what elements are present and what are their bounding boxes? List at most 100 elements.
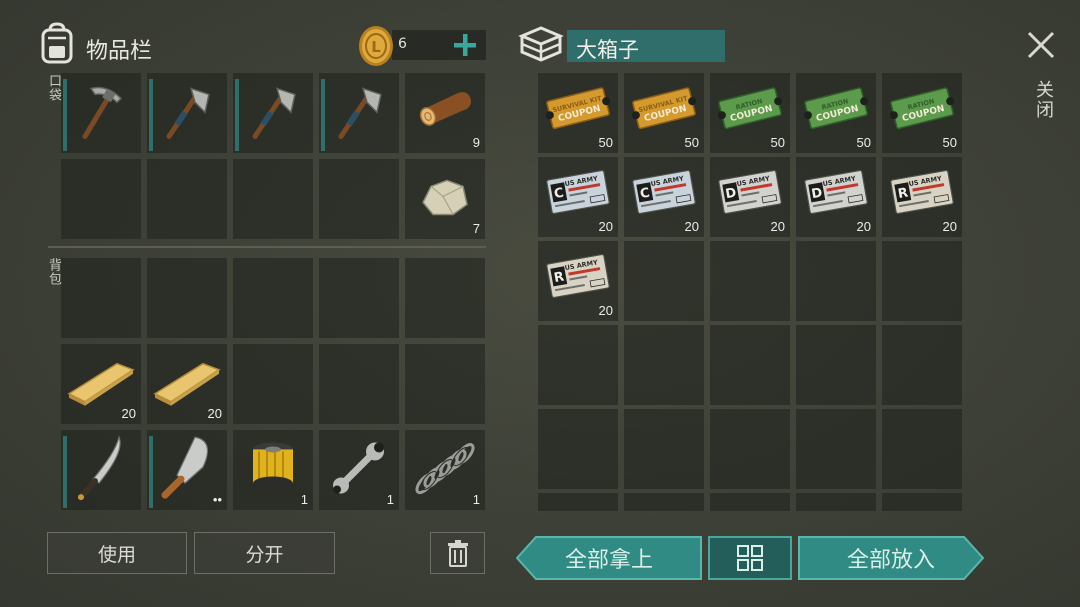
wrench-icon: [327, 435, 391, 499]
chest-slot-empty[interactable]: [882, 409, 962, 489]
chest-slot-empty[interactable]: [796, 493, 876, 511]
backpack-slot-empty[interactable]: [405, 344, 485, 424]
trash-button[interactable]: [430, 532, 485, 574]
pocket-slot[interactable]: [147, 73, 227, 153]
chest-slot-empty[interactable]: [710, 409, 790, 489]
chest-slot[interactable]: C US ARMY 20: [624, 157, 704, 237]
chest-slot[interactable]: D US ARMY 20: [710, 157, 790, 237]
chest-slot-empty[interactable]: [796, 409, 876, 489]
item-quantity: 1: [472, 492, 480, 507]
item-quantity: 20: [121, 406, 136, 421]
plank-icon: [65, 354, 137, 410]
chest-slot-empty[interactable]: [538, 493, 618, 511]
add-coins-button[interactable]: [450, 30, 480, 60]
backpack-slot[interactable]: ••: [147, 430, 227, 510]
oil-filter-icon: [245, 435, 301, 499]
item-quantity: 50: [942, 135, 957, 150]
army-coupon-c-icon: C US ARMY: [543, 167, 613, 217]
chest-slot-empty[interactable]: [882, 325, 962, 405]
chest-slot-empty[interactable]: [710, 493, 790, 511]
grid-icon: [737, 545, 763, 571]
put-all-button[interactable]: 全部放入: [798, 536, 984, 580]
backpack-slot-empty[interactable]: [233, 258, 313, 338]
chest-slot-empty[interactable]: [538, 325, 618, 405]
item-quantity: 20: [598, 303, 613, 318]
army-coupon-c-icon: C US ARMY: [629, 167, 699, 217]
chest-slot-empty[interactable]: [710, 241, 790, 321]
backpack-slot[interactable]: 1: [405, 430, 485, 510]
pocket-slot-empty[interactable]: [147, 159, 227, 239]
sort-button[interactable]: [708, 536, 792, 580]
backpack-slot-empty[interactable]: [147, 258, 227, 338]
take-all-label: 全部拿上: [564, 548, 653, 573]
ration-coupon-icon: RATION COUPON: [887, 84, 957, 132]
stone-icon: [413, 164, 477, 228]
pocket-slot[interactable]: 9: [405, 73, 485, 153]
ration-coupon-icon: RATION COUPON: [715, 84, 785, 132]
pocket-slot-empty[interactable]: [319, 159, 399, 239]
pocket-slot[interactable]: 7: [405, 159, 485, 239]
chest-title: 大箱子: [576, 38, 639, 62]
backpack-slot-empty[interactable]: [319, 344, 399, 424]
backpack-slot[interactable]: 1: [319, 430, 399, 510]
backpack-slot-empty[interactable]: [319, 258, 399, 338]
chest-slot-empty[interactable]: [624, 241, 704, 321]
backpack-slot[interactable]: [61, 430, 141, 510]
hatchet-icon: [241, 78, 305, 142]
durability-bar: [149, 436, 153, 508]
pocket-slot-empty[interactable]: [233, 159, 313, 239]
pocket-slot[interactable]: [233, 73, 313, 153]
inventory-title: 物品栏: [86, 39, 153, 64]
item-quantity: 50: [598, 135, 613, 150]
durability-bar: [321, 79, 325, 151]
pocket-slot[interactable]: [61, 73, 141, 153]
chest-slot[interactable]: SURVIVAL KIT COUPON 50: [538, 73, 618, 153]
item-quantity: 20: [770, 219, 785, 234]
chest-slot-empty[interactable]: [624, 493, 704, 511]
item-quantity: 20: [942, 219, 957, 234]
chest-slot-empty[interactable]: [882, 241, 962, 321]
chest-slot[interactable]: SURVIVAL KIT COUPON 50: [624, 73, 704, 153]
backpack-slot-empty[interactable]: [233, 344, 313, 424]
item-quantity: 20: [684, 219, 699, 234]
chest-slot-empty[interactable]: [538, 409, 618, 489]
chest-slot[interactable]: R US ARMY 20: [882, 157, 962, 237]
chest-slot[interactable]: R US ARMY 20: [538, 241, 618, 321]
item-quantity: ••: [212, 492, 222, 507]
chest-slot-empty[interactable]: [624, 325, 704, 405]
log-icon: [413, 78, 477, 142]
backpack-slot-empty[interactable]: [61, 258, 141, 338]
chest-slot[interactable]: RATION COUPON 50: [882, 73, 962, 153]
item-quantity: 20: [207, 406, 222, 421]
item-quantity: 50: [856, 135, 871, 150]
backpack-slot[interactable]: 20: [61, 344, 141, 424]
chest-slot[interactable]: RATION COUPON 50: [796, 73, 876, 153]
chest-slot[interactable]: RATION COUPON 50: [710, 73, 790, 153]
item-quantity: 50: [770, 135, 785, 150]
item-quantity: 20: [856, 219, 871, 234]
pocket-slot[interactable]: [319, 73, 399, 153]
cleaver-icon: [155, 431, 219, 503]
item-quantity: 7: [472, 221, 480, 236]
chest-slot[interactable]: D US ARMY 20: [796, 157, 876, 237]
chest-slot-empty[interactable]: [796, 325, 876, 405]
backpack-slot[interactable]: 1: [233, 430, 313, 510]
use-button[interactable]: 使用: [47, 532, 187, 574]
durability-bar: [235, 79, 239, 151]
close-button[interactable]: [1026, 30, 1056, 60]
backpack-slot-empty[interactable]: [405, 258, 485, 338]
chest-slot-empty[interactable]: [796, 241, 876, 321]
chest-slot-empty[interactable]: [710, 325, 790, 405]
army-coupon-r-icon: R US ARMY: [543, 251, 613, 301]
chest-slot-empty[interactable]: [882, 493, 962, 511]
backpack-slot[interactable]: 20: [147, 344, 227, 424]
chest-slot-empty[interactable]: [624, 409, 704, 489]
pocket-slot-empty[interactable]: [61, 159, 141, 239]
plank-icon: [151, 354, 223, 410]
take-all-button[interactable]: 全部拿上: [516, 536, 702, 580]
survival-kit-coupon-icon: SURVIVAL KIT COUPON: [543, 84, 613, 132]
close-label[interactable]: 关闭: [1030, 80, 1056, 120]
chest-slot[interactable]: C US ARMY 20: [538, 157, 618, 237]
split-button[interactable]: 分开: [194, 532, 335, 574]
machete-icon: [69, 431, 133, 503]
